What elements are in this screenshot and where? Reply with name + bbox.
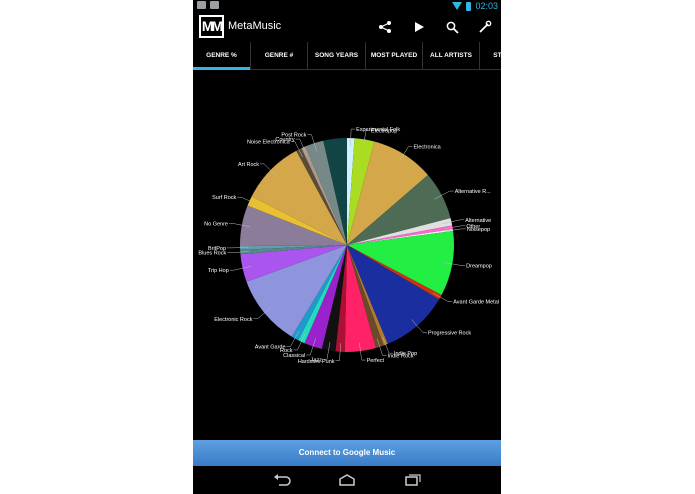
pie-slice-label: Indie Rock: [388, 353, 414, 359]
pie-slice-label: Avant Garde Metal: [453, 300, 499, 306]
pie-slice-label: Progressive Rock: [428, 331, 471, 337]
notification-icon: [197, 1, 206, 9]
app-title: MetaMusic: [228, 20, 282, 32]
pie-slice-label: Perfect: [367, 358, 385, 364]
device-screen: 02:03 MM MetaMusic GENRE % GENRE # SONG …: [193, 0, 501, 494]
tab-most-played[interactable]: MOST PLAYED: [365, 42, 422, 70]
pie-slice-label: Trip Hop: [208, 268, 229, 274]
pie-slice-label: Surf Rock: [212, 195, 236, 201]
tab-genre-percent[interactable]: GENRE %: [193, 42, 250, 70]
tab-genre-count[interactable]: GENRE #: [250, 42, 307, 70]
action-bar: MM MetaMusic: [193, 12, 501, 42]
status-clock: 02:03: [475, 1, 498, 11]
tab-stats[interactable]: STA: [479, 42, 501, 70]
pie-slice-label: Noisepop: [467, 227, 490, 233]
genre-pie-chart: Experimental FolkElectropopElectronicaAl…: [198, 127, 499, 365]
home-icon[interactable]: [336, 471, 358, 489]
pie-slice-label: Electropop: [371, 129, 397, 135]
pie-slice-label: BritPop: [208, 246, 226, 252]
search-icon[interactable]: [442, 17, 462, 37]
recents-icon[interactable]: [402, 471, 424, 489]
app-logo-icon[interactable]: MM: [199, 15, 224, 38]
pie-slice-label: Art Rock: [238, 162, 259, 168]
play-icon[interactable]: [409, 17, 429, 37]
pie-slice-label: Electronica: [413, 145, 441, 151]
pie-slice-label: Alternative R...: [455, 189, 492, 195]
pie-slice-label: No Genre: [204, 221, 228, 227]
pie-slice-label: Dreampop: [466, 264, 492, 270]
share-icon[interactable]: [375, 17, 395, 37]
status-bar: 02:03: [193, 0, 501, 12]
pie-slice-label: Jazz: [311, 357, 323, 363]
tab-bar: GENRE % GENRE # SONG YEARS MOST PLAYED A…: [193, 42, 501, 70]
android-icon: [210, 1, 219, 9]
tab-all-artists[interactable]: ALL ARTISTS: [422, 42, 479, 70]
pie-slice-label: Post Rock: [281, 133, 306, 139]
wifi-icon: [452, 2, 463, 10]
pie-slice-label: Electronic Rock: [214, 317, 252, 323]
battery-icon: [466, 1, 472, 11]
tab-song-years[interactable]: SONG YEARS: [307, 42, 365, 70]
pie-slice-label: Avant Garde: [255, 344, 286, 350]
navigation-bar: [193, 466, 501, 494]
back-icon[interactable]: [271, 471, 293, 489]
settings-wrench-icon[interactable]: [475, 17, 495, 37]
connect-google-music-button[interactable]: Connect to Google Music: [193, 440, 501, 466]
